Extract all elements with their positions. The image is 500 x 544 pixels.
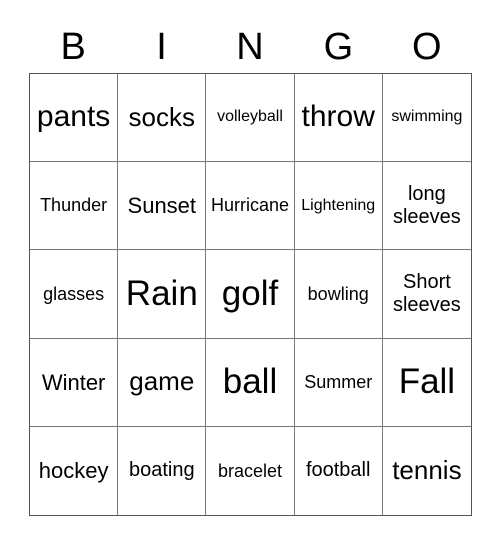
bingo-cell[interactable]: bowling — [294, 250, 383, 339]
header-letter-n: N — [236, 26, 264, 68]
bingo-cell[interactable]: pants — [30, 74, 119, 163]
bingo-cell[interactable]: ball — [206, 338, 295, 427]
bingo-cell[interactable]: boating — [118, 426, 207, 515]
bingo-cell[interactable]: tennis — [383, 427, 471, 515]
bingo-cell[interactable]: swimming — [382, 74, 471, 163]
bingo-cell[interactable]: Short sleeves — [382, 250, 471, 339]
bingo-cell[interactable]: socks — [118, 74, 207, 163]
bingo-grid: pants socks volleyball throw swimming Th… — [29, 73, 472, 516]
bingo-cell[interactable]: hockey — [30, 426, 119, 515]
bingo-cell[interactable]: throw — [294, 74, 383, 163]
bingo-cell[interactable]: Thunder — [30, 162, 119, 251]
header-letter-b: B — [60, 26, 86, 68]
bingo-cell[interactable]: Rain — [118, 250, 207, 339]
bingo-cell[interactable]: football — [295, 426, 383, 515]
bingo-cell[interactable]: Summer — [294, 338, 383, 427]
bingo-cell[interactable]: long sleeves — [382, 162, 471, 251]
bingo-cell[interactable]: glasses — [30, 250, 119, 339]
bingo-cell[interactable]: golf — [206, 250, 295, 339]
bingo-cell[interactable]: game — [118, 338, 207, 427]
bingo-cell[interactable]: Hurricane — [206, 162, 295, 251]
bingo-cell[interactable]: Fall — [382, 339, 471, 427]
bingo-header: B I N G O — [29, 24, 471, 70]
bingo-cell[interactable]: bracelet — [206, 426, 295, 515]
header-letter-i: I — [156, 26, 167, 68]
bingo-cell[interactable]: Sunset — [118, 162, 207, 251]
header-letter-g: G — [323, 26, 354, 68]
bingo-cell[interactable]: volleyball — [206, 74, 295, 163]
header-letter-o: O — [411, 26, 442, 68]
bingo-cell[interactable]: Lightening — [294, 162, 383, 251]
bingo-cell[interactable]: Winter — [30, 338, 119, 427]
